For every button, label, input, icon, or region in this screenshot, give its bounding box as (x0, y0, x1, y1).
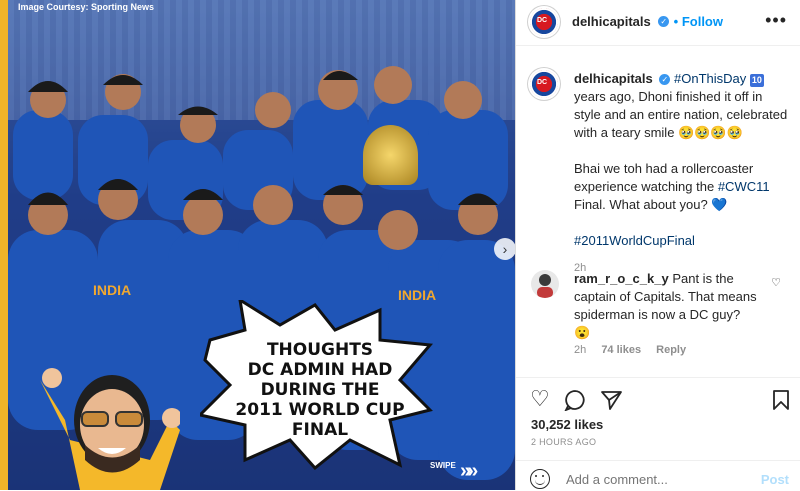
add-comment-bar: Post (516, 460, 800, 491)
bitmoji-avatar (40, 368, 180, 490)
add-comment-input[interactable] (564, 471, 748, 488)
follow-button[interactable]: • Follow (674, 14, 723, 29)
yellow-border (0, 0, 8, 490)
commenter-username[interactable]: ram_r_o_c_k_y (574, 271, 669, 286)
post-header: DC delhicapitals ✓ • Follow ••• (516, 0, 800, 46)
capitals-logo-icon: DC (537, 79, 548, 86)
comment-emoji: 😮 (574, 325, 591, 340)
commenter-avatar-image (537, 274, 553, 298)
instagram-post: Image Courtesy: Sporting News INDIA INDI… (0, 0, 800, 490)
header-username[interactable]: delhicapitals (572, 14, 651, 29)
caption-emojis: 🥹🥹🥹🥹 (678, 125, 743, 140)
bubble-line: FINAL (291, 420, 349, 440)
swipe-arrows-icon: »» (460, 460, 478, 482)
verified-badge-icon: ✓ (659, 74, 671, 86)
delhicapitals-avatar[interactable]: DC (530, 8, 558, 36)
bubble-line: DURING THE (260, 380, 380, 400)
comment-bubble-icon[interactable] (564, 389, 586, 411)
verified-badge-icon: ✓ (658, 16, 670, 28)
comment-body: ram_r_o_c_k_y Pant is the captain of Cap… (574, 270, 774, 342)
world-cup-trophy (363, 125, 418, 185)
likes-count[interactable]: 30,252 likes (531, 417, 603, 432)
capitals-logo-icon: DC (537, 17, 548, 24)
next-image-arrow[interactable]: › (494, 238, 515, 260)
comment-reply-button[interactable]: Reply (656, 344, 686, 356)
hashtag-link[interactable]: #CWC11 (718, 179, 770, 194)
post-comment-button[interactable]: Post (761, 472, 789, 487)
commenter-avatar[interactable] (531, 270, 559, 298)
post-caption: delhicapitals ✓ #OnThisDay 10 years ago,… (574, 70, 789, 277)
post-sidebar: DC delhicapitals ✓ • Follow ••• DC delhi… (515, 0, 800, 490)
blue-heart-emoji: 💙 (711, 197, 728, 212)
save-bookmark-icon[interactable] (772, 389, 790, 411)
number-ten-badge: 10 (749, 74, 764, 87)
swipe-label: SWIPE (430, 461, 456, 470)
comment-time: 2h (574, 344, 587, 356)
hashtag-link[interactable]: #2011WorldCupFinal (574, 232, 789, 250)
bubble-line: 2011 WORLD CUP (235, 400, 405, 420)
svg-text:INDIA: INDIA (93, 282, 131, 298)
speech-bubble-text: THOUGHTS DC ADMIN HAD DURING THE 2011 WO… (215, 340, 425, 440)
bubble-line: THOUGHTS (266, 340, 374, 360)
more-options-icon[interactable]: ••• (765, 10, 787, 31)
share-paper-plane-icon[interactable] (600, 389, 622, 411)
post-timestamp[interactable]: 2 HOURS AGO (531, 437, 596, 447)
post-media[interactable]: Image Courtesy: Sporting News INDIA INDI… (0, 0, 515, 490)
caption-avatar[interactable]: DC (530, 70, 558, 98)
comment-like-heart-icon[interactable]: ♡ (771, 276, 781, 289)
header-user-row: delhicapitals ✓ • Follow (572, 13, 723, 31)
emoji-picker-icon[interactable] (530, 469, 550, 489)
hashtag-link[interactable]: #OnThisDay (674, 71, 746, 86)
caption-username[interactable]: delhicapitals (574, 71, 653, 86)
bubble-line: DC ADMIN HAD (247, 360, 393, 380)
comment-meta: 2h 74 likes Reply (574, 344, 698, 356)
caption-text: Final. What about you? (574, 197, 708, 212)
comment-likes[interactable]: 74 likes (601, 344, 641, 356)
like-heart-icon[interactable]: ♡ (530, 386, 550, 412)
